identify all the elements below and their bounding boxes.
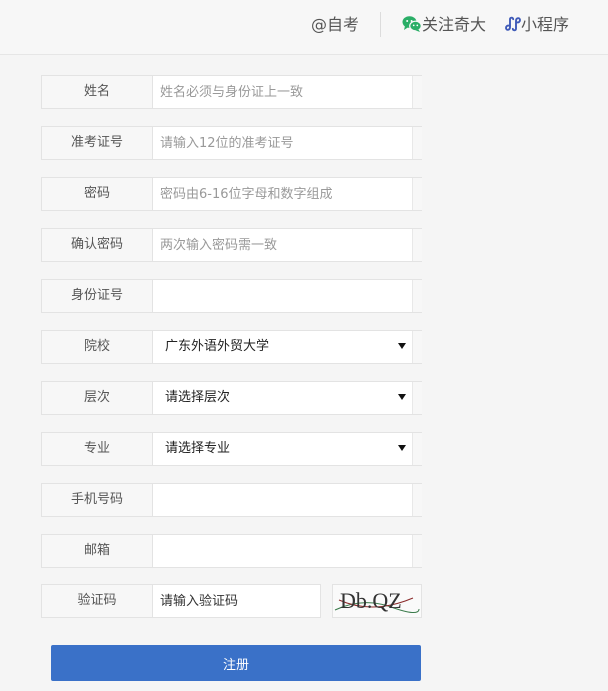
ticket-input[interactable] xyxy=(153,127,412,159)
captcha-label: 验证码 xyxy=(42,585,153,617)
confirm-row: 确认密码 xyxy=(41,228,422,262)
major-select[interactable]: 请选择专业 xyxy=(153,433,412,465)
row-tail xyxy=(412,127,422,159)
phone-label: 手机号码 xyxy=(42,484,153,516)
school-label: 院校 xyxy=(42,331,153,363)
idcard-row: 身份证号 xyxy=(41,279,422,313)
name-input[interactable] xyxy=(153,76,412,108)
miniprogram-label: 小程序 xyxy=(521,15,570,34)
school-row: 院校 广东外语外贸大学 xyxy=(41,330,422,364)
password-row: 密码 xyxy=(41,177,422,211)
row-tail xyxy=(412,229,422,261)
major-label: 专业 xyxy=(42,433,153,465)
wechat-icon xyxy=(402,16,422,32)
miniprogram-link[interactable]: 小程序 xyxy=(505,0,569,50)
row-tail xyxy=(412,382,422,414)
name-label: 姓名 xyxy=(42,76,153,108)
row-tail xyxy=(412,178,422,210)
chevron-down-icon xyxy=(398,343,406,349)
ticket-row: 准考证号 xyxy=(41,126,422,160)
confirm-input[interactable] xyxy=(153,229,412,261)
idcard-label: 身份证号 xyxy=(42,280,153,312)
confirm-label: 确认密码 xyxy=(42,229,153,261)
level-select[interactable]: 请选择层次 xyxy=(153,382,412,414)
row-tail xyxy=(412,331,422,363)
miniprogram-icon xyxy=(505,16,521,32)
level-row: 层次 请选择层次 xyxy=(41,381,422,415)
captcha-graphic: Db.QZ xyxy=(334,588,420,613)
captcha-row: 验证码 xyxy=(41,584,321,618)
row-tail xyxy=(412,433,422,465)
top-bar: @自考 关注奇大 小程序 xyxy=(0,0,608,55)
zikao-link[interactable]: @自考 xyxy=(311,0,359,50)
email-row: 邮箱 xyxy=(41,534,422,568)
top-divider xyxy=(380,12,381,37)
level-value: 请选择层次 xyxy=(165,390,231,405)
school-select[interactable]: 广东外语外贸大学 xyxy=(153,331,412,363)
captcha-image[interactable]: Db.QZ xyxy=(332,584,422,618)
register-button[interactable]: 注册 xyxy=(51,645,421,681)
chevron-down-icon xyxy=(398,394,406,400)
row-tail xyxy=(412,535,422,567)
level-label: 层次 xyxy=(42,382,153,414)
row-tail xyxy=(412,484,422,516)
row-tail xyxy=(412,280,422,312)
school-value: 广东外语外贸大学 xyxy=(165,339,270,354)
email-input[interactable] xyxy=(153,535,412,567)
major-value: 请选择专业 xyxy=(165,441,231,456)
ticket-label: 准考证号 xyxy=(42,127,153,159)
follow-label: 关注奇大 xyxy=(422,15,487,34)
captcha-input[interactable] xyxy=(153,585,320,617)
follow-link[interactable]: 关注奇大 xyxy=(402,0,486,50)
major-row: 专业 请选择专业 xyxy=(41,432,422,466)
row-tail xyxy=(412,76,422,108)
name-row: 姓名 xyxy=(41,75,422,109)
phone-input[interactable] xyxy=(153,484,412,516)
password-label: 密码 xyxy=(42,178,153,210)
captcha-text: Db.QZ xyxy=(340,588,402,613)
email-label: 邮箱 xyxy=(42,535,153,567)
chevron-down-icon xyxy=(398,445,406,451)
password-input[interactable] xyxy=(153,178,412,210)
phone-row: 手机号码 xyxy=(41,483,422,517)
idcard-input[interactable] xyxy=(153,280,412,312)
